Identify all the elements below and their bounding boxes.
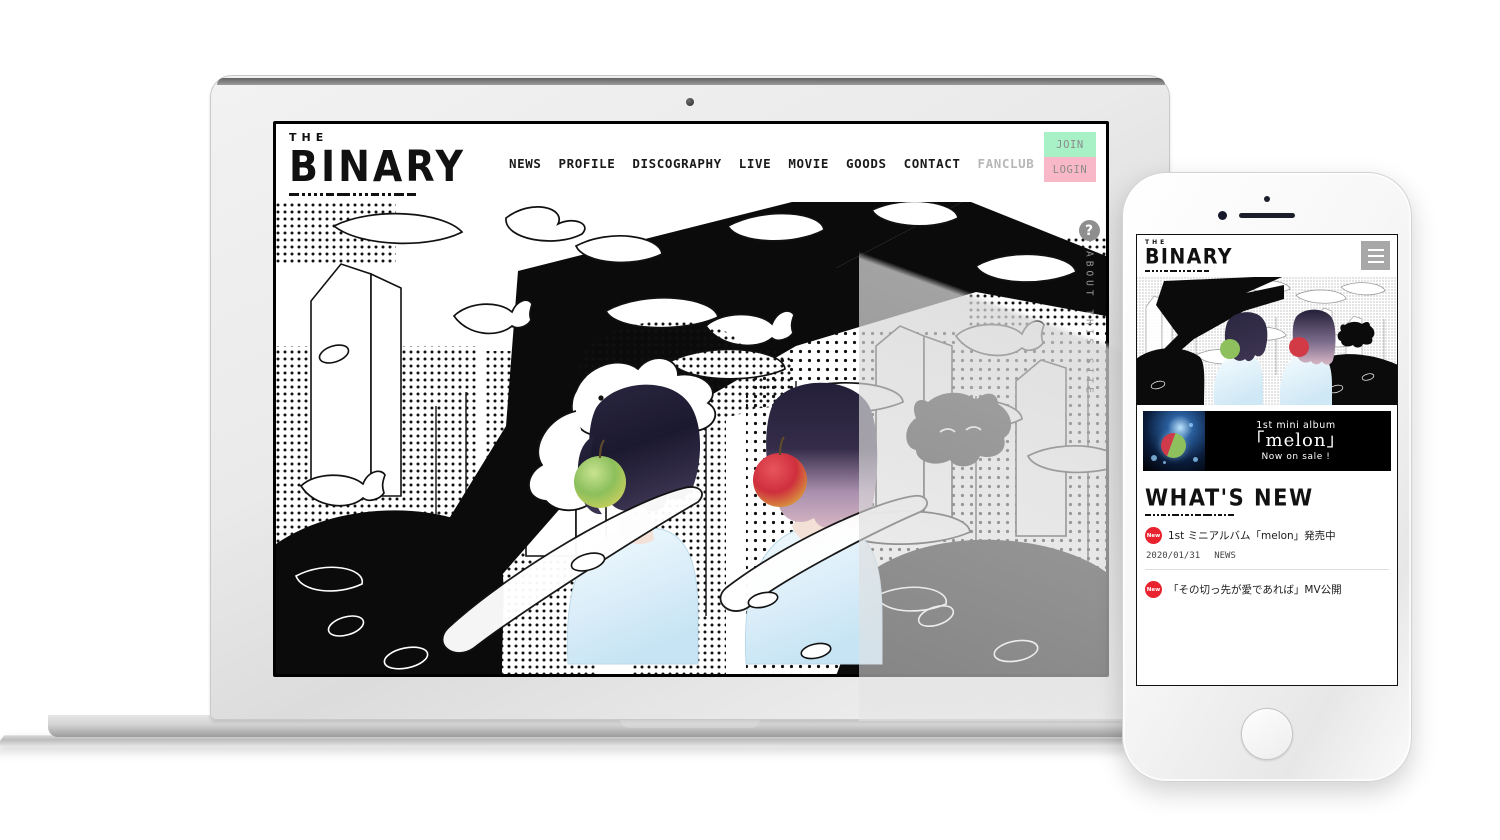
home-button[interactable] [1241, 708, 1293, 760]
nav-item-fanclub[interactable]: FANCLUB [977, 156, 1034, 171]
front-camera-icon [1218, 211, 1227, 220]
nav-item-goods[interactable]: GOODS [846, 156, 887, 171]
news-row: New 「その切っ先が愛であれば」MV公開 [1145, 581, 1389, 598]
new-badge: New [1145, 581, 1162, 598]
whats-new-bits [1145, 514, 1397, 516]
hero-illustration [276, 198, 1106, 674]
phone-device: THE BINARY 1st mini album 「melon」 Now on… [1122, 172, 1412, 782]
album-artwork [1143, 411, 1205, 471]
green-apple [574, 456, 626, 508]
news-item[interactable]: New 1st ミニアルバム「melon」発売中 2020/01/31 NEWS [1145, 527, 1389, 570]
phone-screen: THE BINARY 1st mini album 「melon」 Now on… [1136, 234, 1398, 686]
black-creature [906, 392, 1012, 467]
album-banner-text: 1st mini album 「melon」 Now on sale ! [1205, 420, 1391, 462]
logo-binary-bits [289, 192, 459, 196]
nav-item-news[interactable]: NEWS [509, 156, 542, 171]
melon-planet-icon [1161, 433, 1186, 458]
news-title: 「その切っ先が愛であれば」MV公開 [1168, 584, 1342, 596]
nav-item-movie[interactable]: MOVIE [788, 156, 829, 171]
main-navigation: NEWS PROFILE DISCOGRAPHY LIVE MOVIE GOOD… [509, 156, 1034, 171]
whats-new-section: WHAT'S NEW [1145, 485, 1397, 516]
news-title: 1st ミニアルバム「melon」発売中 [1168, 530, 1336, 542]
site-header: THE BINARY NEWS PROFILE DISCOGRAPHY LIVE… [276, 124, 1106, 202]
banner-line-2: 「melon」 [1246, 430, 1346, 452]
mobile-logo-binary-text: BINARY [1145, 244, 1233, 269]
site-logo[interactable]: THE BINARY [289, 132, 467, 196]
proximity-sensor-icon [1264, 196, 1270, 202]
logo-binary-text: BINARY [289, 141, 467, 191]
nav-item-contact[interactable]: CONTACT [904, 156, 961, 171]
mobile-hero-artwork [1137, 277, 1397, 405]
nav-item-profile[interactable]: PROFILE [559, 156, 616, 171]
question-mark-icon[interactable]: ? [1078, 220, 1100, 241]
news-category: NEWS [1214, 551, 1236, 561]
mobile-hero-illustration [1137, 277, 1397, 405]
about-this-site-label: ABOUT THIS SITE [1083, 251, 1095, 397]
news-meta: 2020/01/31 NEWS [1146, 551, 1389, 561]
mobile-site-logo[interactable]: THE BINARY [1145, 240, 1233, 272]
mobile-logo-binary-bits [1145, 270, 1233, 272]
red-apple [753, 453, 807, 507]
laptop-lid: THE BINARY NEWS PROFILE DISCOGRAPHY LIVE… [210, 75, 1170, 721]
auth-buttons: JOIN LOGIN [1044, 132, 1096, 182]
hamburger-menu-icon[interactable] [1361, 241, 1390, 270]
news-row: New 1st ミニアルバム「melon」発売中 [1145, 527, 1389, 544]
earpiece-speaker [1239, 213, 1295, 218]
mobile-header: THE BINARY [1137, 235, 1397, 277]
hero-artwork [276, 198, 1106, 674]
about-this-site-rail[interactable]: ? ABOUT THIS SITE [1072, 220, 1106, 397]
login-button[interactable]: LOGIN [1044, 157, 1096, 182]
laptop-device: THE BINARY NEWS PROFILE DISCOGRAPHY LIVE… [0, 75, 1385, 747]
laptop-screen: THE BINARY NEWS PROFILE DISCOGRAPHY LIVE… [273, 121, 1109, 677]
nav-item-discography[interactable]: DISCOGRAPHY [632, 156, 721, 171]
news-item[interactable]: New 「その切っ先が愛であれば」MV公開 [1145, 581, 1389, 606]
screenshot-stage: THE BINARY NEWS PROFILE DISCOGRAPHY LIVE… [0, 0, 1500, 840]
webcam-icon [686, 98, 694, 106]
join-button[interactable]: JOIN [1044, 132, 1096, 157]
laptop-top-edge [217, 78, 1165, 85]
browser-viewport: THE BINARY NEWS PROFILE DISCOGRAPHY LIVE… [276, 124, 1106, 674]
new-badge: New [1145, 527, 1162, 544]
nav-item-live[interactable]: LIVE [739, 156, 772, 171]
news-date: 2020/01/31 [1146, 551, 1201, 561]
banner-line-3: Now on sale ! [1261, 451, 1331, 462]
whats-new-title: WHAT'S NEW [1145, 485, 1314, 511]
album-banner[interactable]: 1st mini album 「melon」 Now on sale ! [1143, 411, 1391, 471]
